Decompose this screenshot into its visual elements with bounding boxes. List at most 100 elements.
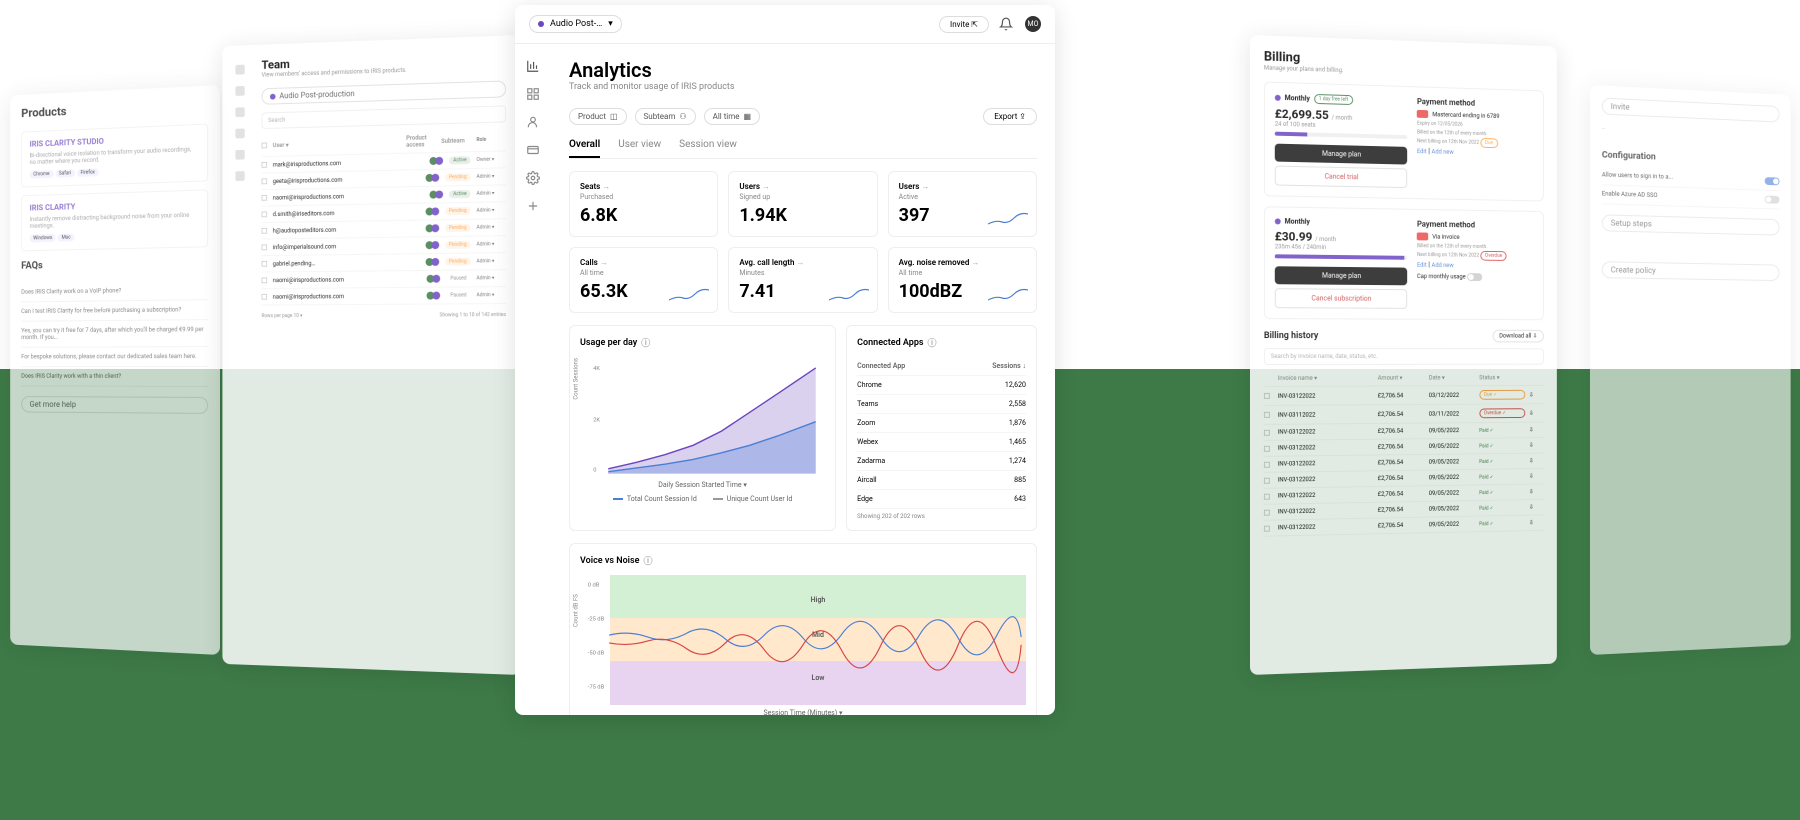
download-all-button[interactable]: Download all ⇩ (1493, 330, 1544, 343)
app-row: Webex1,465 (857, 433, 1026, 452)
svg-text:-50 dB: -50 dB (588, 651, 605, 657)
team-search[interactable]: Search (262, 105, 507, 129)
nav-team-icon[interactable] (526, 114, 540, 128)
manage-plan-button[interactable]: Manage plan (1275, 266, 1408, 285)
faq-item[interactable]: Does IRIS Clarity work with a thin clien… (21, 367, 208, 387)
faq-item[interactable]: Yes, you can try it free for 7 days, aft… (21, 320, 208, 348)
user-avatar[interactable]: MO (1025, 16, 1041, 32)
nav-icon[interactable] (235, 65, 244, 75)
invoice-row[interactable]: INV-03122022£2,706.5403/12/2022Due ✓⇩ (1264, 386, 1544, 406)
voice-title: Voice vs Noise (580, 556, 640, 566)
download-icon[interactable]: ⇩ (1529, 488, 1544, 495)
tab-user-view[interactable]: User view (618, 139, 661, 158)
notifications-icon[interactable] (999, 16, 1015, 32)
stat-card[interactable]: Calls →All time65.3K (569, 247, 718, 313)
page-title: Analytics (569, 58, 1037, 82)
app-row: Edge643 (857, 490, 1026, 509)
row-checkbox[interactable] (262, 178, 268, 184)
faq-item[interactable]: Does IRIS Clarity work on a VoIP phone? (21, 280, 208, 302)
invite-button[interactable]: Invite (1602, 98, 1780, 123)
download-icon[interactable]: ⇩ (1529, 457, 1544, 464)
nav-icon[interactable] (235, 129, 244, 139)
product-card[interactable]: IRIS CLARITYInstantly remove distracting… (21, 189, 208, 251)
info-icon[interactable]: ⓘ (928, 336, 937, 349)
row-checkbox[interactable] (262, 195, 268, 201)
nav-add-icon[interactable] (526, 198, 540, 212)
config-title: Configuration (1602, 150, 1780, 167)
download-icon[interactable]: ⇩ (1529, 504, 1544, 511)
nav-analytics-icon[interactable] (526, 58, 540, 72)
cancel-button[interactable]: Cancel subscription (1275, 288, 1408, 309)
nav-icon[interactable] (235, 107, 244, 117)
voice-line-chart: 0 dB -25 dB -50 dB -75 dB (580, 575, 1026, 705)
rows-per-page[interactable]: Rows per page 10 ▾ (262, 313, 303, 319)
plan-card: Monthly £30.99 / month 235m 45s / 240min… (1264, 206, 1544, 320)
tab-session-view[interactable]: Session view (679, 139, 737, 158)
team-breadcrumb[interactable]: Audio Post-production (262, 80, 507, 104)
faqs-title: FAQs (21, 257, 208, 271)
export-button[interactable]: Export ⇪ (983, 108, 1037, 125)
row-checkbox[interactable] (262, 244, 268, 250)
nav-billing-icon[interactable] (526, 142, 540, 156)
nav-settings-icon[interactable] (526, 170, 540, 184)
manage-plan-button[interactable]: Manage plan (1275, 144, 1408, 165)
toggle-switch[interactable] (1765, 196, 1780, 204)
product-card[interactable]: IRIS CLARITY STUDIOBi-directional voice … (21, 124, 208, 188)
nav-icon[interactable] (235, 150, 244, 160)
faq-item[interactable]: Can I test IRIS Clarity for free before … (21, 300, 208, 322)
row-checkbox[interactable] (262, 261, 268, 267)
row-checkbox[interactable] (262, 162, 268, 168)
tab-overall[interactable]: Overall (569, 139, 600, 158)
user-icon: ⚇ (679, 112, 686, 121)
nav-icon[interactable] (235, 171, 244, 181)
apps-footnote: Showing 202 of 202 rows (857, 513, 1026, 520)
toggle-switch[interactable] (1765, 177, 1780, 185)
row-checkbox[interactable] (262, 228, 268, 234)
download-icon[interactable]: ⇩ (1529, 473, 1544, 480)
info-icon[interactable]: ⓘ (641, 336, 650, 349)
team-row[interactable]: naomi@irisproductions.comPausedAdmin ▾ (262, 270, 507, 289)
svg-text:0: 0 (593, 468, 596, 474)
download-icon[interactable]: ⇩ (1529, 442, 1544, 449)
setup-steps-button[interactable]: Setup steps (1602, 214, 1780, 235)
nav-icon[interactable] (235, 86, 244, 96)
billing-panel: Billing Manage your plans and billing. M… (1250, 35, 1557, 675)
info-icon[interactable]: ⓘ (644, 554, 653, 567)
workspace-dot-icon (538, 21, 544, 27)
invoice-search[interactable]: Search by invoice name, date, status, et… (1264, 348, 1544, 365)
analytics-header: Audio Post-… ▾ Invite ⇱ MO (515, 5, 1055, 44)
row-checkbox[interactable] (262, 277, 268, 283)
workspace-selector[interactable]: Audio Post-… ▾ (529, 15, 622, 33)
analytics-panel: Audio Post-… ▾ Invite ⇱ MO Analytics Tra… (515, 5, 1055, 715)
app-row: Zadarma1,274 (857, 452, 1026, 471)
stat-card[interactable]: Seats →Purchased6.8K (569, 171, 718, 237)
nav-grid-icon[interactable] (526, 86, 540, 100)
get-help-button[interactable]: Get more help (21, 396, 208, 414)
app-row: Chrome12,620 (857, 376, 1026, 395)
product-filter[interactable]: Product ◫ (569, 108, 627, 125)
stat-card[interactable]: Avg. call length →Minutes7.41 (728, 247, 877, 313)
subteam-filter[interactable]: Subteam ⚇ (635, 108, 696, 125)
row-checkbox[interactable] (262, 211, 268, 217)
create-policy-button[interactable]: Create policy (1602, 261, 1780, 281)
invoice-row[interactable]: INV-03112022£2,706.5403/11/2022Overdue ✓… (1264, 404, 1544, 425)
usage-title: Usage per day (580, 338, 637, 348)
download-icon[interactable]: ⇩ (1529, 410, 1544, 417)
row-checkbox[interactable] (262, 294, 268, 300)
download-icon[interactable]: ⇩ (1529, 519, 1544, 526)
download-icon[interactable]: ⇩ (1529, 426, 1544, 433)
app-row: Teams2,558 (857, 395, 1026, 414)
cancel-button[interactable]: Cancel trial (1275, 166, 1408, 189)
stat-card[interactable]: Users →Active397 (888, 171, 1037, 237)
pagination-info: Showing 1 to 10 of 142 entries (440, 312, 507, 318)
download-icon[interactable]: ⇩ (1529, 391, 1544, 398)
stat-card[interactable]: Users →Signed up1.94K (728, 171, 877, 237)
apps-title: Connected Apps (857, 338, 923, 348)
legend-unique: Unique Count User Id (713, 495, 793, 503)
team-row[interactable]: naomi@irisproductions.comPausedAdmin ▾ (262, 287, 507, 305)
time-filter[interactable]: All time ▦ (704, 108, 760, 125)
stat-card[interactable]: Avg. noise removed →All time100dBZ (888, 247, 1037, 313)
history-title: Billing history (1264, 331, 1318, 341)
invite-button[interactable]: Invite ⇱ (939, 16, 989, 33)
faq-item[interactable]: For bespoke solutions, please contact ou… (21, 347, 208, 367)
